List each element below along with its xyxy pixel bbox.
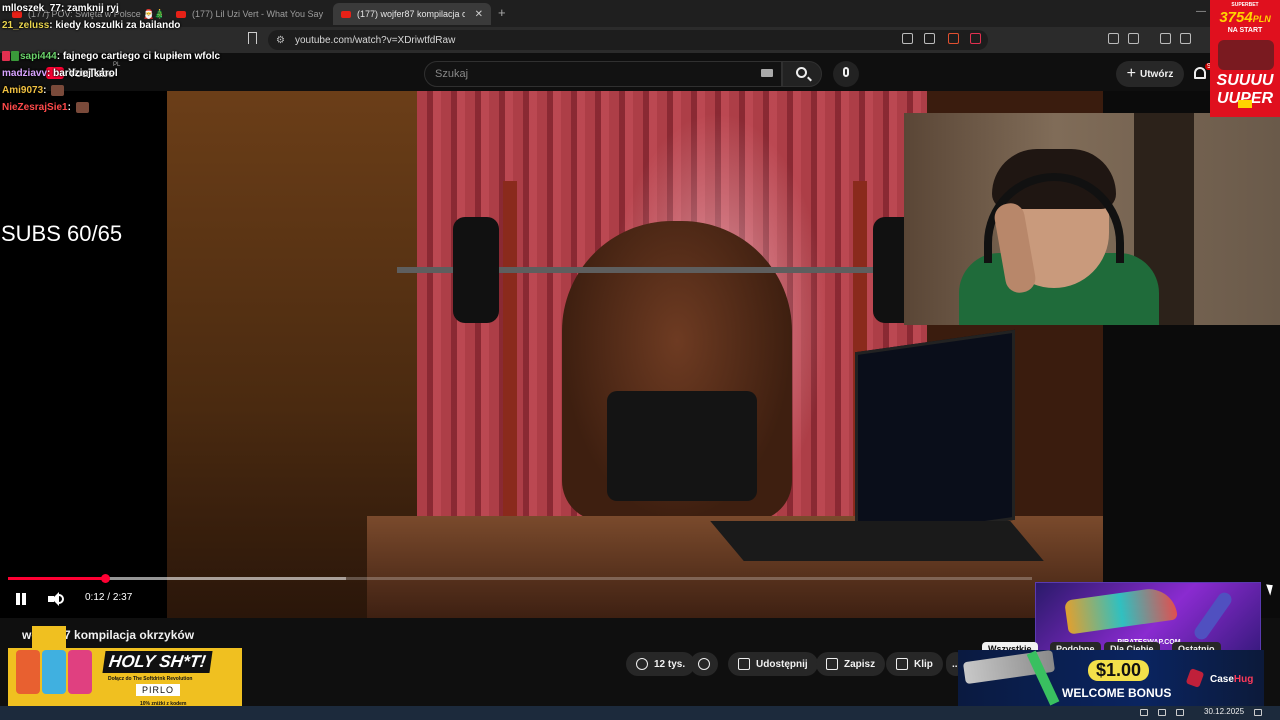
scissors-icon bbox=[896, 658, 908, 670]
create-label: Utwórz bbox=[1140, 68, 1174, 80]
tab-wojfer[interactable]: (177) wojfer87 kompilacja ok ✕ bbox=[333, 3, 491, 25]
streamer-webcam bbox=[904, 113, 1280, 325]
pause-button[interactable] bbox=[14, 592, 28, 606]
stream-chat: mlloszek_77: zamknij ryj 21_zeluss: kied… bbox=[2, 0, 220, 116]
like-count: 12 tys. bbox=[654, 658, 686, 670]
media-icon[interactable] bbox=[1160, 33, 1171, 44]
ad-label: SUPERBET bbox=[1231, 2, 1259, 8]
save-label: Zapisz bbox=[844, 658, 876, 670]
laptop bbox=[855, 329, 1015, 543]
taskbar-date: 30.12.2025 bbox=[1204, 707, 1245, 716]
cast-icon[interactable] bbox=[902, 33, 913, 44]
site-info-icon[interactable]: ⚙ bbox=[276, 35, 285, 46]
close-tab-icon[interactable]: ✕ bbox=[475, 9, 483, 20]
like-button[interactable]: 12 tys. bbox=[626, 652, 696, 676]
weapon-skin-image bbox=[1064, 585, 1178, 635]
tab-title: (177) wojfer87 kompilacja ok bbox=[357, 9, 465, 19]
clip-label: Klip bbox=[914, 658, 933, 670]
progress-scrubber[interactable] bbox=[101, 574, 110, 583]
address-bar-row: ⚙ youtube.com/watch?v=XDriwtfdRaw bbox=[0, 27, 1280, 53]
url-text: youtube.com/watch?v=XDriwtfdRaw bbox=[294, 34, 456, 46]
screenshot-icon[interactable] bbox=[1128, 33, 1139, 44]
flag-icon bbox=[1238, 100, 1252, 108]
superbet-ad[interactable]: SUPERBET 3754PLN NA START SUUUU UUPER bbox=[1210, 0, 1280, 117]
search-placeholder: Szukaj bbox=[435, 68, 469, 80]
chat-message: Ami9073: bbox=[2, 82, 182, 99]
save-button[interactable]: Zapisz bbox=[816, 652, 886, 676]
share-label: Udostępnij bbox=[756, 658, 808, 670]
youtube-favicon-icon bbox=[341, 10, 351, 18]
casehug-logo-icon bbox=[1185, 668, 1205, 688]
ad-headline: HOLY SH*T! bbox=[102, 651, 213, 673]
microphone-icon bbox=[843, 67, 849, 77]
keyboard-icon[interactable] bbox=[761, 69, 773, 77]
emote-icon bbox=[75, 101, 89, 113]
video-player[interactable]: SUBS 60/65 bbox=[0, 91, 1280, 618]
badge-icon bbox=[2, 51, 10, 62]
time-display: 0:12 / 2:37 bbox=[85, 592, 133, 603]
extensions-icon[interactable] bbox=[1108, 33, 1119, 44]
chat-message: sapi444: fajnego cartiego ci kupiłem wfo… bbox=[2, 48, 220, 65]
share-page-icon[interactable] bbox=[924, 33, 935, 44]
volume-button[interactable] bbox=[48, 592, 64, 606]
ad-subline: Dołącz do The Softdrink Revolution bbox=[108, 676, 193, 682]
bookmark-icon[interactable] bbox=[248, 32, 257, 44]
dislike-button[interactable] bbox=[690, 652, 718, 676]
os-taskbar: 30.12.2025 bbox=[0, 706, 1280, 720]
knife-skin-image bbox=[1191, 589, 1235, 643]
search-icon bbox=[796, 67, 807, 78]
ad-code: PIRLO bbox=[136, 684, 181, 696]
create-button[interactable]: + Utwórz bbox=[1116, 61, 1184, 87]
chat-message: NieZesrajSie1: bbox=[2, 99, 182, 116]
bonus-text: WELCOME BONUS bbox=[1062, 686, 1172, 700]
ad-amount: 3754PLN bbox=[1219, 9, 1271, 26]
network-icon[interactable] bbox=[1140, 709, 1148, 716]
progress-played bbox=[8, 577, 105, 580]
bonus-amount: $1.00 bbox=[1088, 660, 1150, 681]
plus-icon: + bbox=[1126, 65, 1136, 82]
thumbs-up-icon bbox=[636, 658, 648, 670]
drink-can-image bbox=[68, 650, 92, 694]
duration: 2:37 bbox=[112, 592, 133, 603]
ad-start: NA START bbox=[1227, 27, 1263, 34]
holy-sponsor-ad[interactable]: HOLY SH*T! Dołącz do The Softdrink Revol… bbox=[8, 648, 242, 710]
bookmark-icon bbox=[826, 658, 838, 670]
minimize-window-icon[interactable]: — bbox=[1196, 6, 1206, 17]
share-button[interactable]: Udostępnij bbox=[728, 652, 818, 676]
drink-can-image bbox=[16, 650, 40, 694]
ad-people-image bbox=[1218, 40, 1274, 70]
badge-icon bbox=[11, 51, 19, 62]
battery-icon[interactable] bbox=[1176, 709, 1184, 716]
chat-message: 21_zeluss: kiedy koszulki za bailando bbox=[2, 20, 181, 31]
search-input[interactable]: Szukaj bbox=[424, 61, 782, 87]
share-icon bbox=[738, 658, 750, 670]
notifications-bell-icon[interactable] bbox=[1194, 67, 1206, 79]
tab-lil-uzi[interactable]: (177) Lil Uzi Vert - What You Say bbox=[168, 3, 328, 25]
clip-button[interactable]: Klip bbox=[886, 652, 943, 676]
chat-message: mlloszek_77: zamknij ryj bbox=[2, 3, 119, 14]
url-field[interactable]: ⚙ youtube.com/watch?v=XDriwtfdRaw bbox=[268, 30, 988, 50]
drink-can-image bbox=[42, 650, 66, 694]
brave-shield-icon[interactable] bbox=[948, 33, 959, 44]
rewards-icon[interactable] bbox=[970, 33, 981, 44]
notification-center-icon[interactable] bbox=[1254, 709, 1262, 716]
subs-goal: SUBS 60/65 bbox=[1, 221, 123, 246]
current-time: 0:12 bbox=[85, 592, 105, 603]
new-tab-button[interactable]: + bbox=[498, 5, 506, 20]
emote-icon bbox=[51, 84, 65, 96]
browser-tab-bar: (177) POV: Święta w Polsce 🎅🎄 (177) Lil … bbox=[0, 0, 1280, 27]
casehug-logo: CaseHug bbox=[1210, 674, 1254, 685]
speaker-icon bbox=[48, 592, 59, 606]
tab-title: (177) Lil Uzi Vert - What You Say bbox=[192, 9, 324, 19]
search-button[interactable] bbox=[782, 61, 822, 87]
thumbs-down-icon bbox=[698, 658, 710, 670]
voice-search-button[interactable] bbox=[833, 61, 859, 87]
casehug-ad[interactable]: $1.00 WELCOME BONUS CaseHug bbox=[958, 649, 1264, 706]
sidebar-icon[interactable] bbox=[1180, 33, 1191, 44]
volume-icon[interactable] bbox=[1158, 709, 1166, 716]
chat-message: madziavv: bardziej karol bbox=[2, 68, 118, 79]
